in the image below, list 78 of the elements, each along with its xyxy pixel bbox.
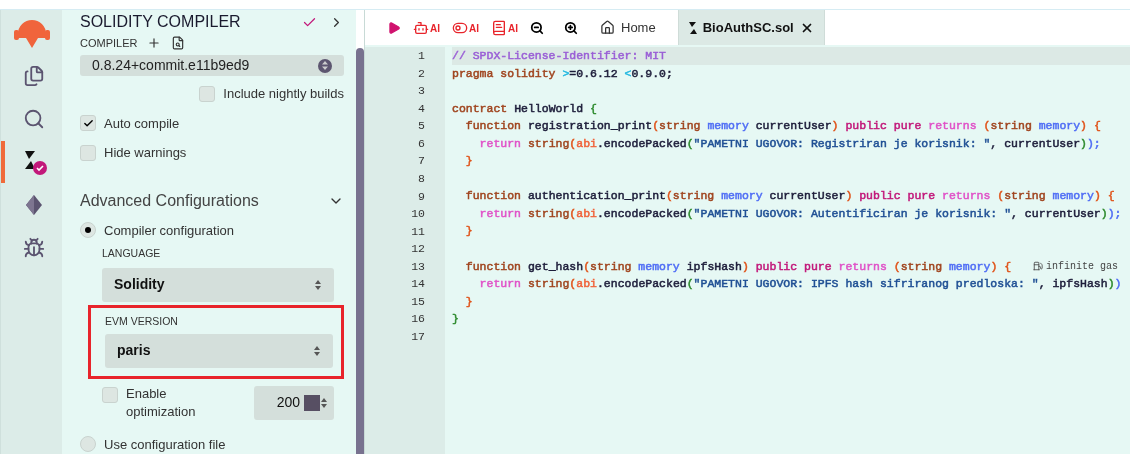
line-number: 14 <box>411 276 425 293</box>
code-line: return string(abi.encodePacked("PAMETNI UGOVOR: Registriran je korisnik: ", currentUser)); <box>478 135 1101 152</box>
line-number: 16 <box>411 311 425 328</box>
ai-button[interactable]: AI <box>491 19 518 36</box>
compiler-label: COMPILER <box>80 35 138 51</box>
add-icon[interactable] <box>147 35 162 50</box>
evm-version-label: EVM VERSION <box>105 313 179 329</box>
line-number: 17 <box>411 329 425 345</box>
line-number: 13 <box>411 258 425 275</box>
checkbox[interactable] <box>102 386 118 403</box>
line-number: 6 <box>418 135 425 152</box>
code-line: function registration_print(string memory currentUser) public pure returns (string memory) { <box>464 118 1101 135</box>
runs-field[interactable]: 200 <box>254 385 334 420</box>
compiler-version-select[interactable]: 0.8.24+commit.e11b9ed9 <box>80 55 344 76</box>
line-number: 8 <box>418 170 425 187</box>
line-number: 15 <box>411 293 425 310</box>
zoom-in-icon[interactable] <box>564 20 578 35</box>
editor-tab[interactable]: BioAuthSC.sol <box>677 10 825 45</box>
code-line: function authentication_print(string memory currentUser) public pure returns (string memory) { <box>464 188 1115 205</box>
checkbox[interactable] <box>80 144 96 161</box>
stepper-icon[interactable] <box>304 394 328 411</box>
code-line: pragma solidity >=0.6.12 <0.9.0; <box>452 65 673 82</box>
line-number: 9 <box>418 188 425 205</box>
fuel-pump-icon <box>1033 261 1044 272</box>
robot-icon <box>413 19 429 36</box>
evm-version-select[interactable]: paris <box>105 333 333 368</box>
files-icon <box>22 65 45 87</box>
code-line: contract HelloWorld { <box>452 100 597 117</box>
panel-title: SOLIDITY COMPILER <box>80 12 242 33</box>
language-label: LANGUAGE <box>102 246 162 261</box>
code-line: } <box>464 223 473 240</box>
line-number: 3 <box>418 83 425 100</box>
run-icon[interactable] <box>387 20 401 35</box>
search-icon <box>22 108 45 130</box>
zoom-out-icon[interactable] <box>530 20 544 35</box>
line-number: 2 <box>418 65 425 82</box>
code-line: function get_hash(string memory ipfsHash) public pure returns (string memory) { <box>464 258 1012 275</box>
line-number: 10 <box>411 206 425 223</box>
ai-button[interactable]: AI <box>452 19 479 36</box>
language-select[interactable]: Solidity <box>102 267 334 302</box>
checkmark-icon <box>82 117 94 129</box>
checkbox[interactable] <box>199 85 216 102</box>
line-number: 7 <box>418 153 425 170</box>
file-type-icon <box>688 21 697 34</box>
code-line: return string(abi.encodePacked("PAMETNI UGOVOR: Autentificiran je korisnik: ", currentUser)); <box>478 205 1122 222</box>
code-line: // SPDX-License-Identifier: MIT <box>452 48 666 64</box>
code-line: return string(abi.encodePacked("PAMETNI UGOVOR: IPFS hash sifriranog predloska: ", ipfsHash)) <box>478 276 1122 293</box>
file-search-icon[interactable] <box>171 35 186 50</box>
book-icon <box>491 19 507 36</box>
line-number: 5 <box>418 118 425 135</box>
checkbox[interactable] <box>80 115 96 132</box>
editor-tab[interactable]: Home <box>590 10 666 45</box>
radio-button[interactable] <box>80 222 96 239</box>
spinner-arrows-icon <box>313 344 321 357</box>
radio-button[interactable] <box>80 436 96 453</box>
select-toggle-icon <box>318 58 332 73</box>
spinner-arrows-icon <box>320 396 328 409</box>
code-line: } <box>464 153 473 170</box>
diamond-icon <box>23 194 44 216</box>
code-line: } <box>452 311 459 328</box>
radio-label: Compiler configuration <box>104 221 235 240</box>
code-line: } <box>464 293 473 310</box>
ai-button[interactable]: AI <box>413 19 440 36</box>
spinner-arrows-icon <box>314 278 322 291</box>
radio-label: Use configuration file <box>104 435 226 454</box>
line-number: 11 <box>411 223 425 240</box>
line-number: 12 <box>411 241 425 258</box>
bug-icon <box>22 237 45 259</box>
checkbox-label: Enable optimization <box>126 384 197 421</box>
line-number: 4 <box>418 100 425 117</box>
house-icon <box>600 20 615 35</box>
line-number: 1 <box>418 48 425 64</box>
gas-estimate: infinite gas <box>1046 259 1119 274</box>
section-title: Advanced Configurations <box>80 190 260 211</box>
scrollbar[interactable] <box>356 48 364 454</box>
checkbox-label: Hide warnings <box>104 144 187 162</box>
checkbox-label: Include nightly builds <box>223 85 344 103</box>
checkbox-label: Auto compile <box>104 114 180 133</box>
